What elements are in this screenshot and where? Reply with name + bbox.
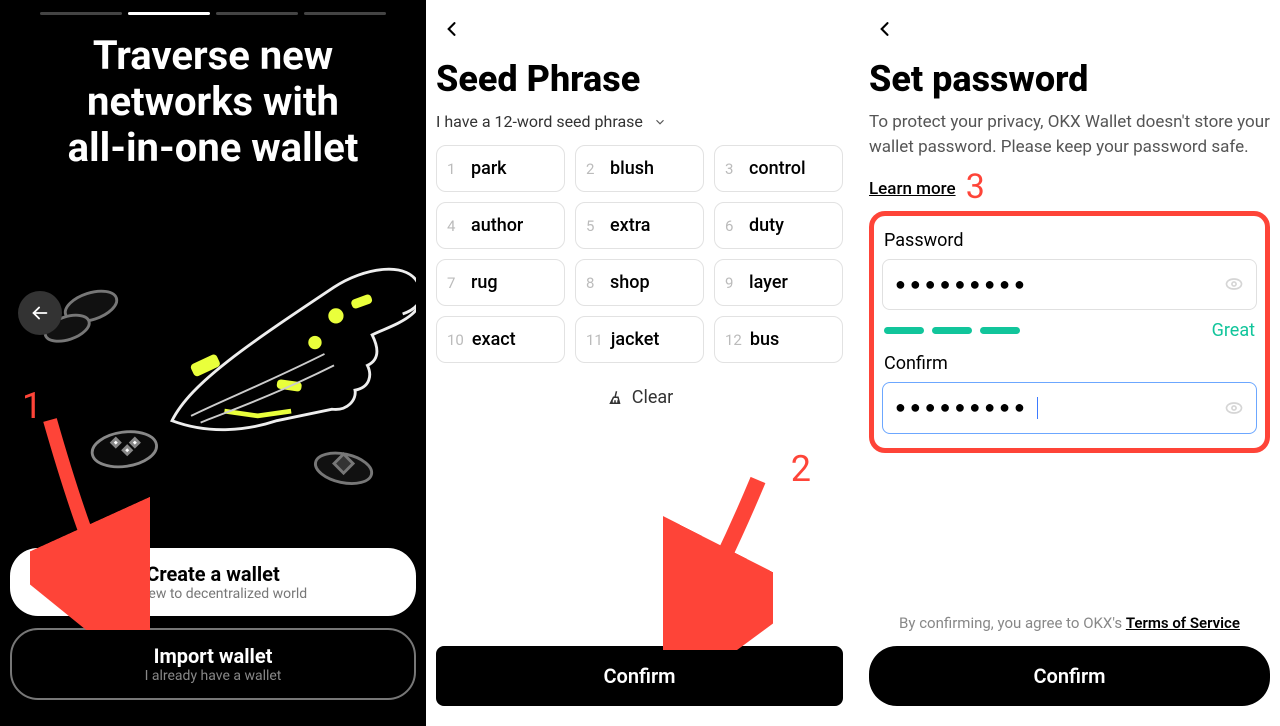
password-label: Password bbox=[884, 230, 1257, 251]
set-password-title: Set password bbox=[869, 58, 1270, 100]
set-password-desc: To protect your privacy, OKX Wallet does… bbox=[869, 110, 1270, 209]
back-button[interactable] bbox=[869, 12, 909, 58]
tos-link[interactable]: Terms of Service bbox=[1126, 614, 1240, 632]
seed-word-input[interactable]: 6duty bbox=[714, 202, 843, 249]
create-wallet-button[interactable]: Create a wallet I'm new to decentralized… bbox=[10, 548, 416, 616]
confirm-label: Confirm bbox=[1033, 664, 1105, 688]
clear-label: Clear bbox=[632, 387, 674, 408]
create-wallet-title: Create a wallet bbox=[20, 562, 406, 586]
strength-bars bbox=[884, 327, 1020, 334]
chevron-down-icon bbox=[653, 115, 667, 129]
chevron-left-icon bbox=[875, 19, 895, 39]
import-wallet-title: Import wallet bbox=[22, 644, 404, 668]
back-button[interactable] bbox=[18, 291, 62, 335]
confirm-password-input[interactable]: ●●●●●●●●● bbox=[882, 382, 1257, 435]
seed-length-dropdown[interactable]: I have a 12-word seed phrase bbox=[436, 112, 843, 131]
confirm-value: ●●●●●●●●● bbox=[895, 397, 1029, 418]
seed-word-input[interactable]: 4author bbox=[436, 202, 565, 249]
confirm-label: Confirm bbox=[603, 664, 675, 688]
seed-word-input[interactable]: 3control bbox=[714, 145, 843, 192]
seed-phrase-title: Seed Phrase bbox=[436, 58, 843, 100]
onboarding-title: Traverse new networks with all-in-one wa… bbox=[10, 33, 416, 171]
tos-text: By confirming, you agree to OKX's Terms … bbox=[869, 614, 1270, 632]
seed-word-input[interactable]: 8shop bbox=[575, 259, 704, 306]
learn-more-link[interactable]: Learn more bbox=[869, 179, 956, 199]
confirm-button[interactable]: Confirm bbox=[869, 646, 1270, 706]
eye-icon[interactable] bbox=[1224, 274, 1244, 294]
seed-word-input[interactable]: 5extra bbox=[575, 202, 704, 249]
import-wallet-sub: I already have a wallet bbox=[22, 668, 404, 684]
password-value: ●●●●●●●●● bbox=[895, 274, 1029, 295]
broom-icon bbox=[606, 389, 624, 407]
seed-word-input[interactable]: 1park bbox=[436, 145, 565, 192]
eye-icon[interactable] bbox=[1224, 398, 1244, 418]
arrow-left-icon bbox=[29, 302, 51, 324]
confirm-label: Confirm bbox=[884, 353, 1257, 374]
seed-word-input[interactable]: 7rug bbox=[436, 259, 565, 306]
seed-word-input[interactable]: 10exact bbox=[436, 316, 565, 363]
seed-word-input[interactable]: 2blush bbox=[575, 145, 704, 192]
seed-grid: 1park 2blush 3control 4author 5extra 6du… bbox=[436, 145, 843, 363]
back-button[interactable] bbox=[436, 12, 476, 58]
create-wallet-sub: I'm new to decentralized world bbox=[20, 586, 406, 602]
chevron-left-icon bbox=[442, 19, 462, 39]
text-cursor bbox=[1037, 397, 1039, 419]
strength-label: Great bbox=[1212, 320, 1255, 341]
set-password-panel: Set password To protect your privacy, OK… bbox=[853, 0, 1280, 726]
confirm-button[interactable]: Confirm bbox=[436, 646, 843, 706]
clear-button[interactable]: Clear bbox=[436, 387, 843, 408]
annotation-number-3: 3 bbox=[966, 167, 985, 207]
password-fields-highlight: Password ●●●●●●●●● Great Confirm ●●●●●●●… bbox=[869, 211, 1270, 454]
seed-word-input[interactable]: 11jacket bbox=[575, 316, 704, 363]
password-strength: Great bbox=[884, 320, 1255, 341]
import-wallet-button[interactable]: Import wallet I already have a wallet bbox=[10, 628, 416, 700]
hand-coins-illustration bbox=[10, 211, 416, 542]
onboarding-panel: Traverse new networks with all-in-one wa… bbox=[0, 0, 426, 726]
seed-phrase-panel: Seed Phrase I have a 12-word seed phrase… bbox=[426, 0, 853, 726]
progress-indicator bbox=[10, 12, 416, 15]
hero-graphic bbox=[10, 171, 416, 542]
seed-word-input[interactable]: 12bus bbox=[714, 316, 843, 363]
seed-word-input[interactable]: 9layer bbox=[714, 259, 843, 306]
seed-length-label: I have a 12-word seed phrase bbox=[436, 112, 643, 131]
password-input[interactable]: ●●●●●●●●● bbox=[882, 259, 1257, 310]
